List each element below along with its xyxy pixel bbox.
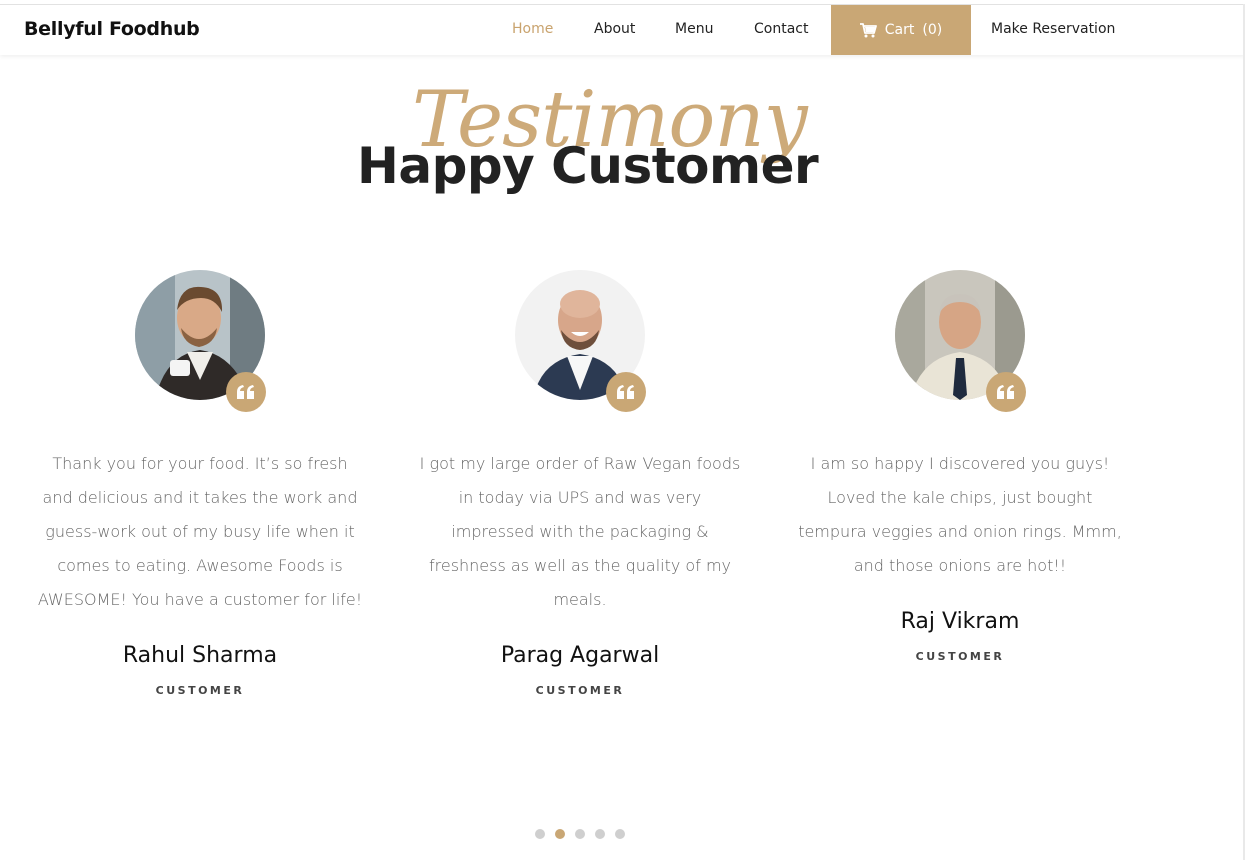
testimonial-card: I am so happy I discovered you guys! Lov…	[795, 270, 1125, 663]
nav-make-reservation[interactable]: Make Reservation	[991, 21, 1115, 37]
cart-button[interactable]: Cart (0)	[831, 5, 971, 55]
avatar-container	[895, 270, 1026, 412]
testimonial-name: Rahul Sharma	[122, 643, 278, 668]
quote-icon	[986, 372, 1026, 412]
testimonial-name: Raj Vikram	[900, 609, 1020, 634]
section-title: Happy Customer	[357, 137, 819, 195]
quote-icon	[226, 372, 266, 412]
nav-contact[interactable]: Contact	[754, 21, 808, 37]
quote-icon	[606, 372, 646, 412]
nav-home[interactable]: Home	[512, 21, 553, 37]
testimonial-role: CUSTOMER	[155, 684, 245, 697]
avatar-container	[515, 270, 646, 412]
carousel-dot-2[interactable]	[555, 829, 565, 839]
brand-logo[interactable]: Bellyful Foodhub	[24, 18, 200, 40]
testimonial-text: I got my large order of Raw Vegan foods …	[419, 454, 741, 609]
carousel-dot-1[interactable]	[535, 829, 545, 839]
carousel-pagination	[535, 829, 625, 839]
carousel-dot-5[interactable]	[615, 829, 625, 839]
cart-icon	[859, 22, 877, 38]
testimonial-name: Parag Agarwal	[500, 643, 660, 668]
testimonial-role: CUSTOMER	[915, 650, 1005, 663]
cart-label: Cart	[884, 22, 915, 38]
testimonial-card: I got my large order of Raw Vegan foods …	[415, 270, 745, 697]
carousel-dot-4[interactable]	[595, 829, 605, 839]
testimonial-text: Thank you for your food. It’s so fresh a…	[37, 454, 363, 609]
testimonial-text: I am so happy I discovered you guys! Lov…	[798, 454, 1122, 575]
carousel-dot-3[interactable]	[575, 829, 585, 839]
nav-menu[interactable]: Menu	[675, 21, 713, 37]
nav-about[interactable]: About	[594, 21, 635, 37]
cart-count: (0)	[922, 22, 943, 38]
section-heading: Testimony Happy Customer	[0, 75, 1160, 215]
avatar-container	[135, 270, 266, 412]
navbar: Bellyful Foodhub Home About Menu Contact…	[0, 5, 1245, 55]
testimonial-card: Thank you for your food. It’s so fresh a…	[35, 270, 365, 697]
testimonial-role: CUSTOMER	[535, 684, 625, 697]
